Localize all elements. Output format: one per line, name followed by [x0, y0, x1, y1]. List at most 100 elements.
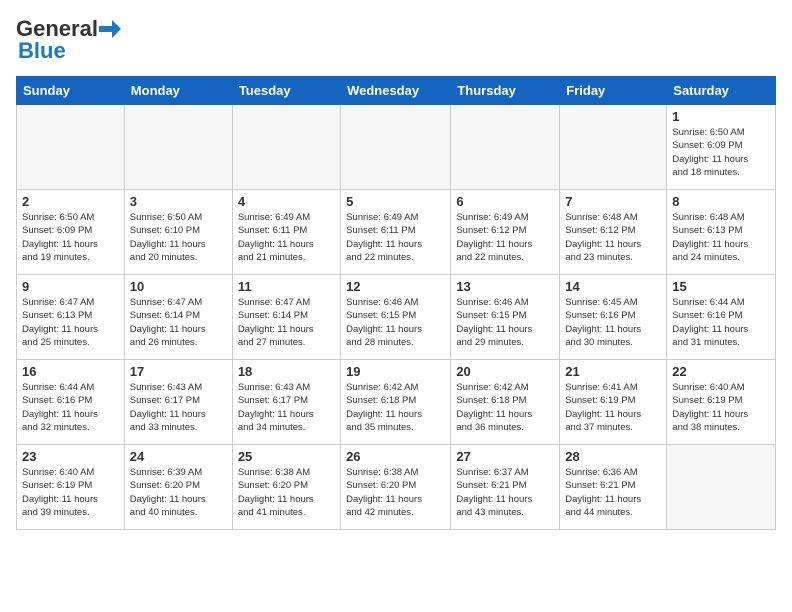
- day-number: 10: [130, 279, 227, 294]
- day-info: Sunrise: 6:43 AM Sunset: 6:17 PM Dayligh…: [238, 381, 335, 434]
- logo-arrow-icon: [99, 20, 121, 38]
- day-info: Sunrise: 6:47 AM Sunset: 6:14 PM Dayligh…: [238, 296, 335, 349]
- logo: General Blue: [16, 16, 121, 64]
- day-cell: 4 Sunrise: 6:49 AM Sunset: 6:11 PM Daylig…: [232, 190, 340, 275]
- day-cell: 23 Sunrise: 6:40 AM Sunset: 6:19 PM Dayli…: [17, 445, 125, 530]
- day-number: 18: [238, 364, 335, 379]
- day-number: 11: [238, 279, 335, 294]
- day-number: 22: [672, 364, 770, 379]
- day-cell: 14 Sunrise: 6:45 AM Sunset: 6:16 PM Dayli…: [560, 275, 667, 360]
- day-cell: 11 Sunrise: 6:47 AM Sunset: 6:14 PM Dayli…: [232, 275, 340, 360]
- day-info: Sunrise: 6:50 AM Sunset: 6:09 PM Dayligh…: [672, 126, 770, 179]
- column-header-wednesday: Wednesday: [341, 77, 451, 105]
- day-cell: 17 Sunrise: 6:43 AM Sunset: 6:17 PM Dayli…: [124, 360, 232, 445]
- day-cell: 20 Sunrise: 6:42 AM Sunset: 6:18 PM Dayli…: [451, 360, 560, 445]
- day-cell: 7 Sunrise: 6:48 AM Sunset: 6:12 PM Daylig…: [560, 190, 667, 275]
- day-cell: 2Sunrise: 6:50 AM Sunset: 6:09 PM Daylig…: [17, 190, 125, 275]
- day-number: 8: [672, 194, 770, 209]
- day-number: 9: [22, 279, 119, 294]
- day-number: 13: [456, 279, 554, 294]
- day-cell: 5Sunrise: 6:49 AM Sunset: 6:11 PM Daylig…: [341, 190, 451, 275]
- day-info: Sunrise: 6:43 AM Sunset: 6:17 PM Dayligh…: [130, 381, 227, 434]
- day-info: Sunrise: 6:44 AM Sunset: 6:16 PM Dayligh…: [672, 296, 770, 349]
- day-number: 7: [565, 194, 661, 209]
- day-number: 14: [565, 279, 661, 294]
- day-info: Sunrise: 6:49 AM Sunset: 6:12 PM Dayligh…: [456, 211, 554, 264]
- day-info: Sunrise: 6:48 AM Sunset: 6:13 PM Dayligh…: [672, 211, 770, 264]
- week-row-5: 23 Sunrise: 6:40 AM Sunset: 6:19 PM Dayli…: [17, 445, 776, 530]
- week-row-4: 16 Sunrise: 6:44 AM Sunset: 6:16 PM Dayli…: [17, 360, 776, 445]
- day-info: Sunrise: 6:45 AM Sunset: 6:16 PM Dayligh…: [565, 296, 661, 349]
- column-header-monday: Monday: [124, 77, 232, 105]
- day-number: 3: [130, 194, 227, 209]
- day-cell: [560, 105, 667, 190]
- day-info: Sunrise: 6:47 AM Sunset: 6:14 PM Dayligh…: [130, 296, 227, 349]
- day-info: Sunrise: 6:40 AM Sunset: 6:19 PM Dayligh…: [22, 466, 119, 519]
- day-cell: [341, 105, 451, 190]
- calendar-table: SundayMondayTuesdayWednesdayThursdayFrid…: [16, 76, 776, 530]
- day-info: Sunrise: 6:39 AM Sunset: 6:20 PM Dayligh…: [130, 466, 227, 519]
- day-number: 25: [238, 449, 335, 464]
- day-number: 6: [456, 194, 554, 209]
- day-info: Sunrise: 6:46 AM Sunset: 6:15 PM Dayligh…: [346, 296, 445, 349]
- day-number: 15: [672, 279, 770, 294]
- column-header-friday: Friday: [560, 77, 667, 105]
- day-cell: 26 Sunrise: 6:38 AM Sunset: 6:20 PM Dayli…: [341, 445, 451, 530]
- day-cell: 28 Sunrise: 6:36 AM Sunset: 6:21 PM Dayli…: [560, 445, 667, 530]
- week-row-2: 2Sunrise: 6:50 AM Sunset: 6:09 PM Daylig…: [17, 190, 776, 275]
- week-row-1: 1Sunrise: 6:50 AM Sunset: 6:09 PM Daylig…: [17, 105, 776, 190]
- day-info: Sunrise: 6:37 AM Sunset: 6:21 PM Dayligh…: [456, 466, 554, 519]
- week-row-3: 9 Sunrise: 6:47 AM Sunset: 6:13 PM Daylig…: [17, 275, 776, 360]
- day-cell: [232, 105, 340, 190]
- column-header-saturday: Saturday: [667, 77, 776, 105]
- day-cell: [667, 445, 776, 530]
- day-info: Sunrise: 6:44 AM Sunset: 6:16 PM Dayligh…: [22, 381, 119, 434]
- day-cell: [17, 105, 125, 190]
- day-number: 17: [130, 364, 227, 379]
- day-cell: 10 Sunrise: 6:47 AM Sunset: 6:14 PM Dayli…: [124, 275, 232, 360]
- day-cell: 21Sunrise: 6:41 AM Sunset: 6:19 PM Dayli…: [560, 360, 667, 445]
- column-header-sunday: Sunday: [17, 77, 125, 105]
- day-cell: 24 Sunrise: 6:39 AM Sunset: 6:20 PM Dayli…: [124, 445, 232, 530]
- day-info: Sunrise: 6:40 AM Sunset: 6:19 PM Dayligh…: [672, 381, 770, 434]
- day-number: 24: [130, 449, 227, 464]
- day-number: 16: [22, 364, 119, 379]
- logo-blue: Blue: [16, 38, 66, 64]
- day-cell: 1Sunrise: 6:50 AM Sunset: 6:09 PM Daylig…: [667, 105, 776, 190]
- day-info: Sunrise: 6:48 AM Sunset: 6:12 PM Dayligh…: [565, 211, 661, 264]
- day-number: 27: [456, 449, 554, 464]
- day-number: 12: [346, 279, 445, 294]
- day-info: Sunrise: 6:42 AM Sunset: 6:18 PM Dayligh…: [346, 381, 445, 434]
- day-number: 26: [346, 449, 445, 464]
- day-info: Sunrise: 6:47 AM Sunset: 6:13 PM Dayligh…: [22, 296, 119, 349]
- day-number: 20: [456, 364, 554, 379]
- day-info: Sunrise: 6:49 AM Sunset: 6:11 PM Dayligh…: [238, 211, 335, 264]
- day-cell: 13 Sunrise: 6:46 AM Sunset: 6:15 PM Dayli…: [451, 275, 560, 360]
- day-info: Sunrise: 6:46 AM Sunset: 6:15 PM Dayligh…: [456, 296, 554, 349]
- day-cell: 25Sunrise: 6:38 AM Sunset: 6:20 PM Dayli…: [232, 445, 340, 530]
- day-info: Sunrise: 6:42 AM Sunset: 6:18 PM Dayligh…: [456, 381, 554, 434]
- day-cell: 9 Sunrise: 6:47 AM Sunset: 6:13 PM Daylig…: [17, 275, 125, 360]
- day-cell: [451, 105, 560, 190]
- day-cell: 16 Sunrise: 6:44 AM Sunset: 6:16 PM Dayli…: [17, 360, 125, 445]
- day-cell: 12 Sunrise: 6:46 AM Sunset: 6:15 PM Dayli…: [341, 275, 451, 360]
- day-cell: 15 Sunrise: 6:44 AM Sunset: 6:16 PM Dayli…: [667, 275, 776, 360]
- day-info: Sunrise: 6:38 AM Sunset: 6:20 PM Dayligh…: [346, 466, 445, 519]
- day-number: 23: [22, 449, 119, 464]
- column-header-tuesday: Tuesday: [232, 77, 340, 105]
- day-cell: 19Sunrise: 6:42 AM Sunset: 6:18 PM Dayli…: [341, 360, 451, 445]
- day-cell: 8 Sunrise: 6:48 AM Sunset: 6:13 PM Daylig…: [667, 190, 776, 275]
- day-cell: 3Sunrise: 6:50 AM Sunset: 6:10 PM Daylig…: [124, 190, 232, 275]
- day-cell: 22 Sunrise: 6:40 AM Sunset: 6:19 PM Dayli…: [667, 360, 776, 445]
- day-info: Sunrise: 6:49 AM Sunset: 6:11 PM Dayligh…: [346, 211, 445, 264]
- day-number: 28: [565, 449, 661, 464]
- day-info: Sunrise: 6:36 AM Sunset: 6:21 PM Dayligh…: [565, 466, 661, 519]
- day-info: Sunrise: 6:50 AM Sunset: 6:09 PM Dayligh…: [22, 211, 119, 264]
- day-cell: [124, 105, 232, 190]
- day-number: 4: [238, 194, 335, 209]
- column-header-thursday: Thursday: [451, 77, 560, 105]
- day-number: 21: [565, 364, 661, 379]
- day-cell: 6 Sunrise: 6:49 AM Sunset: 6:12 PM Daylig…: [451, 190, 560, 275]
- day-cell: 18 Sunrise: 6:43 AM Sunset: 6:17 PM Dayli…: [232, 360, 340, 445]
- day-cell: 27 Sunrise: 6:37 AM Sunset: 6:21 PM Dayli…: [451, 445, 560, 530]
